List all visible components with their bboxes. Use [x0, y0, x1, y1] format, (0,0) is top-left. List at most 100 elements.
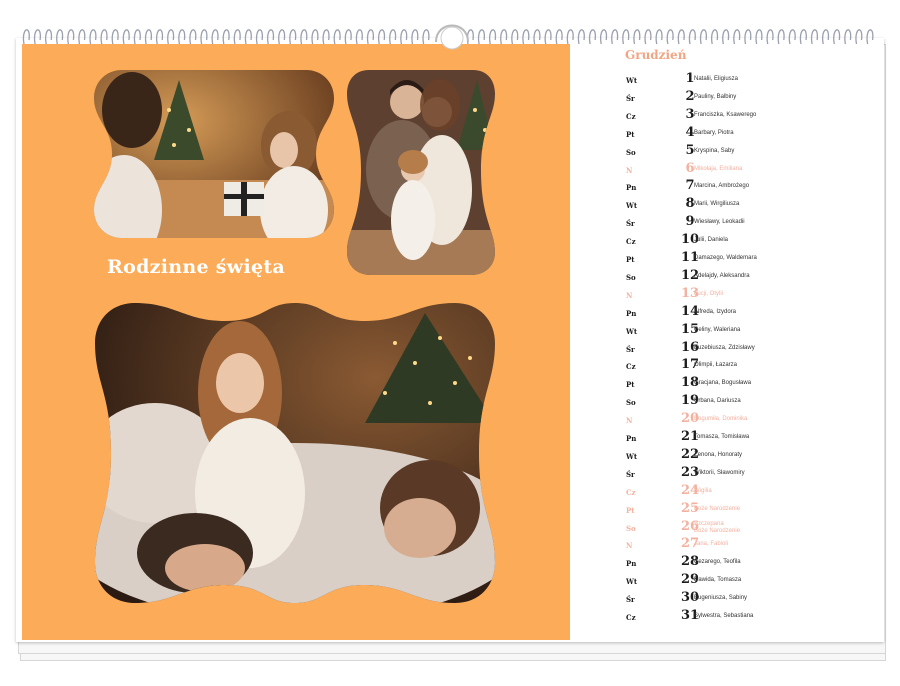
name-day-label: Cezarego, Teofila [694, 559, 741, 566]
day-row: So 19 Urbana, Dariusza [622, 393, 882, 412]
name-day-text: Tomasza, Tomisława [694, 434, 750, 440]
name-day-label: Natalii, Eligiusza [694, 76, 738, 83]
name-day-text: Szczepana [694, 520, 724, 527]
mother-daughter-gift-photo [94, 70, 334, 238]
day-row: Pn 7 Marcina, Ambrożego [622, 178, 882, 197]
day-row: Śr 16 Euzebiusza, Zdzisławy [622, 340, 882, 359]
name-day-text: Wigilia [694, 487, 712, 494]
weekday-label: Pn [626, 183, 637, 193]
name-day-label: Łucji, Otylii [694, 291, 723, 298]
name-day-text: Wiktorii, Sławomiry [694, 469, 745, 476]
month-name: Grudzień [625, 48, 687, 62]
weekday-label: N [626, 165, 633, 175]
name-day-label: Bogumiła, Dominika [694, 416, 747, 423]
name-day-text: Wiesławy, Leokadii [694, 219, 745, 226]
day-row: Pn 14 Alfreda, Izydora [622, 304, 882, 323]
weekday-label: N [626, 416, 633, 426]
weekday-label: Śr [626, 93, 635, 103]
name-day-text: Zenona, Honoraty [694, 451, 743, 458]
name-day-text: Adelajdy, Aleksandra [694, 272, 750, 279]
day-row: Wt 15 Celiny, Waleriana [622, 322, 882, 341]
day-row: Pt 4 Barbary, Piotra [622, 125, 882, 144]
name-day-text: Julii, Daniela [694, 237, 729, 244]
weekday-label: Cz [626, 362, 636, 372]
weekday-label: So [626, 398, 636, 408]
day-row: Śr 2 Pauliny, Balbiny [622, 89, 882, 108]
name-day-text: Bogumiła, Dominika [694, 416, 748, 423]
name-day-text: Alfreda, Izydora [694, 308, 737, 315]
weekday-label: Wt [626, 451, 638, 461]
weekday-label: Pn [626, 308, 637, 318]
name-day-text: Dawida, Tomasza [694, 577, 742, 584]
weekday-label: Śr [626, 469, 635, 479]
name-day-text: Pauliny, Balbiny [694, 93, 737, 100]
day-row: Wt 8 Marii, Wirgiliusza [622, 196, 882, 215]
day-row: Śr 9 Wiesławy, Leokadii [622, 214, 882, 233]
day-row: Cz 3 Franciszka, Ksawerego [622, 107, 882, 126]
weekday-label: Cz [626, 237, 636, 247]
name-day-label: Euzebiusza, Zdzisławy [694, 345, 755, 352]
day-row: Śr 30 Eugeniusza, Sabiny [622, 590, 882, 609]
weekday-label: Wt [626, 76, 638, 85]
weekday-label: Pn [626, 434, 637, 443]
name-day-text: Kryspina, Saby [694, 147, 735, 154]
weekday-label: N [626, 290, 633, 300]
name-day-text: Euzebiusza, Zdzisławy [694, 344, 755, 351]
day-row: Wt 1 Natalii, Eligiusza [622, 71, 882, 90]
name-day-label: Boże Narodzenie [694, 506, 740, 513]
day-row: Cz 17 Olimpii, Łazarza [622, 357, 882, 376]
name-day-text: Olimpii, Łazarza [694, 362, 738, 369]
day-row: Pt 18 Gracjana, Bogusława [622, 375, 882, 394]
name-day-label: Sylwestra, Sebastiana [694, 613, 753, 620]
name-day-label: Julii, Daniela [694, 237, 728, 244]
weekday-label: Pt [626, 505, 635, 515]
day-row: Pn 21 Tomasza, Tomisława [622, 429, 882, 448]
name-day-text: Damazego, Waldemara [694, 255, 757, 261]
weekday-label: Wt [626, 326, 638, 336]
name-day-text: Marii, Wirgiliusza [694, 201, 740, 208]
name-day-text: Jana, Fabioli [694, 541, 729, 548]
name-day-label: Eugeniusza, Sabiny [694, 595, 747, 602]
name-day-text: Natalii, Eligiusza [694, 76, 739, 82]
name-day-label: Wiesławy, Leokadii [694, 219, 745, 226]
day-row: Cz 31 Sylwestra, Sebastiana [622, 608, 882, 627]
day-row: Śr 23 Wiktorii, Sławomiry [622, 465, 882, 484]
name-day-label: Damazego, Waldemara [694, 255, 757, 262]
name-day-label: Adelajdy, Aleksandra [694, 273, 750, 280]
name-day-label: Jana, Fabioli [694, 541, 728, 548]
name-day-text: Gracjana, Bogusława [694, 380, 752, 387]
name-day-text: Sylwestra, Sebastiana [694, 613, 754, 619]
name-day-label: Zenona, Honoraty [694, 452, 742, 459]
name-day-text: Barbary, Piotra [694, 129, 734, 136]
name-day-text: Franciszka, Ksawerego [694, 111, 757, 118]
weekday-label: Cz [626, 613, 636, 622]
name-day-label: Mikołaja, Emiliana [694, 166, 742, 173]
weekday-label: N [626, 541, 633, 551]
weekday-label: Śr [626, 344, 635, 354]
weekday-label: So [626, 147, 636, 157]
name-day-label: Gracjana, Bogusława [694, 380, 751, 387]
name-day-label: Celiny, Waleriana [694, 327, 740, 334]
name-day-text: Eugeniusza, Sabiny [694, 595, 748, 602]
day-row: N 27 Jana, Fabioli [622, 536, 882, 555]
day-row: Pt 25 Boże Narodzenie [622, 501, 882, 520]
weekday-label: Pt [626, 380, 635, 390]
weekday-label: Pn [626, 559, 637, 569]
weekday-label: Pt [626, 129, 635, 139]
calendar-title: Rodzinne święta [107, 256, 286, 278]
day-row: So 5 Kryspina, Saby [622, 143, 882, 162]
weekday-label: Śr [626, 595, 635, 605]
name-day-label: Wiktorii, Sławomiry [694, 470, 745, 477]
weekday-label: Wt [626, 577, 638, 587]
name-day-label: Barbary, Piotra [694, 130, 734, 137]
name-day-text: Mikołaja, Emiliana [694, 165, 743, 172]
name-day-label: Kryspina, Saby [694, 148, 734, 155]
day-row: Cz 10 Julii, Daniela [622, 232, 882, 251]
family-couple-child-photo [347, 70, 495, 275]
name-day-label: Marcina, Ambrożego [694, 183, 749, 190]
name-day-label: Olimpii, Łazarza [694, 362, 737, 369]
name-day-label: Pauliny, Balbiny [694, 94, 736, 101]
day-row: Pn 28 Cezarego, Teofila [622, 554, 882, 573]
name-day-text: Celiny, Waleriana [694, 326, 741, 333]
weekday-label: Wt [626, 201, 638, 211]
